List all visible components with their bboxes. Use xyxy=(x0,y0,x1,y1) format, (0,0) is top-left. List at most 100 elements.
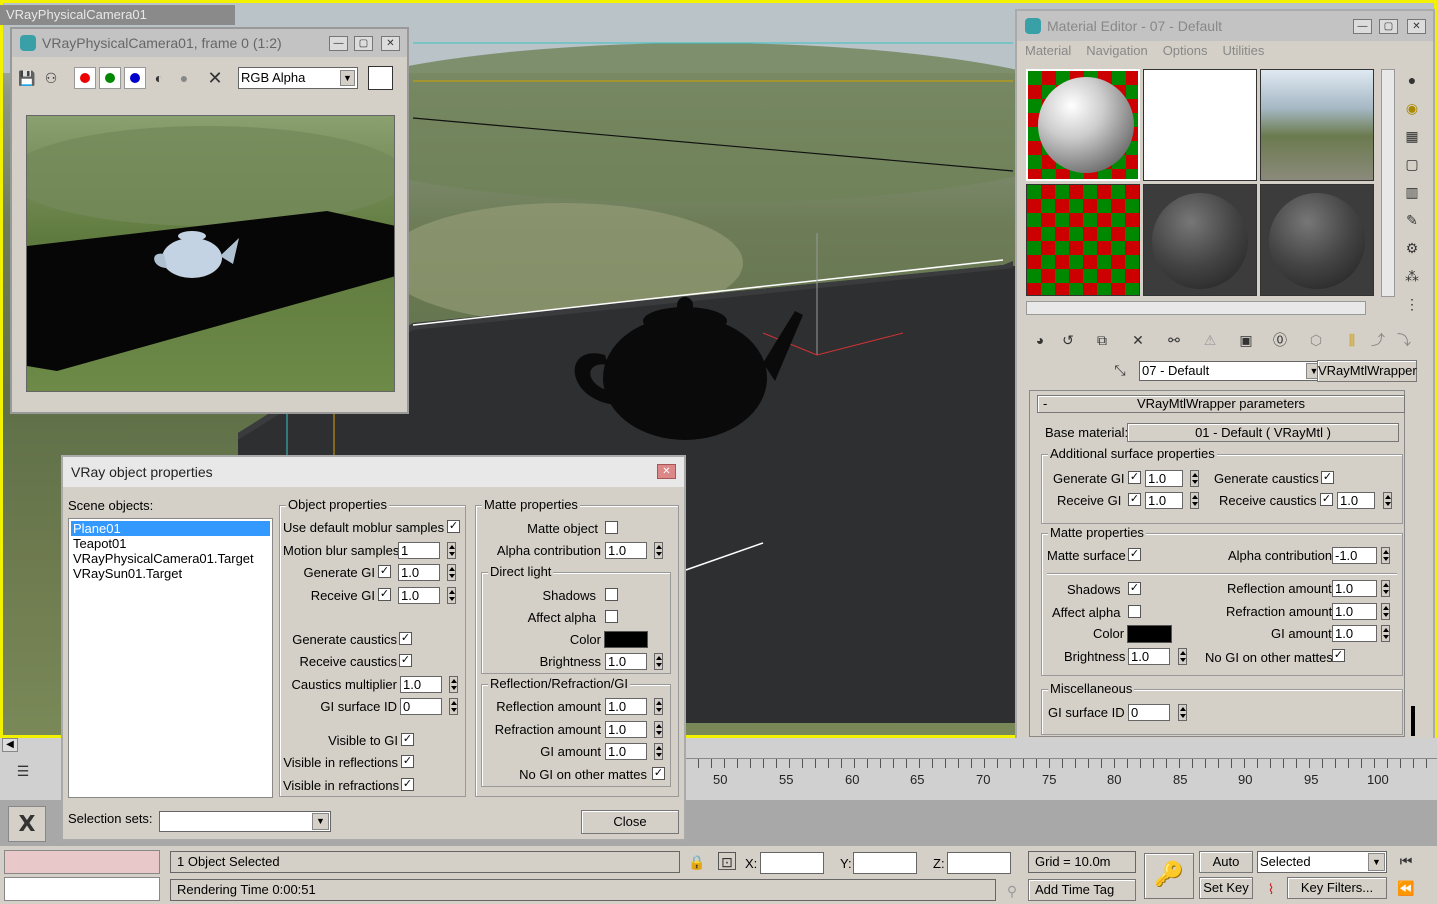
reflection-amount-field[interactable]: 1.0 xyxy=(605,698,647,715)
copy-material-icon[interactable]: ⚯ xyxy=(1165,331,1183,349)
uv-tiling-icon[interactable]: ▢ xyxy=(1403,155,1421,173)
gi-amount-field[interactable]: 1.0 xyxy=(1332,625,1377,642)
menu-utilities[interactable]: Utilities xyxy=(1223,43,1265,58)
receive-gi-spinner[interactable] xyxy=(1190,492,1199,509)
close-dialog-button[interactable]: Close xyxy=(581,810,679,834)
list-item[interactable]: VRaySun01.Target xyxy=(71,566,182,581)
previous-frame-icon[interactable]: ⏪ xyxy=(1397,879,1415,897)
selection-sets-select[interactable] xyxy=(159,811,331,832)
gi-surface-id-spinner[interactable] xyxy=(449,698,458,715)
generate-gi-field[interactable]: 1.0 xyxy=(1145,470,1183,487)
clone-icon[interactable]: ⚇ xyxy=(42,69,60,87)
sample-slot-3[interactable] xyxy=(1260,69,1374,181)
background-icon[interactable]: ▦ xyxy=(1403,127,1421,145)
receive-gi-spinner[interactable] xyxy=(447,587,456,604)
material-name-field[interactable]: 07 - Default xyxy=(1139,361,1324,381)
close-button[interactable]: ✕ xyxy=(657,464,676,479)
matte-color-swatch[interactable] xyxy=(1127,625,1172,643)
refraction-amount-spinner[interactable] xyxy=(654,721,663,738)
list-item[interactable]: VRayPhysicalCamera01.Target xyxy=(71,551,254,566)
show-map-icon[interactable]: ⬡ xyxy=(1307,331,1325,349)
set-key-icon-button[interactable]: 🔑 xyxy=(1144,853,1194,899)
moblur-samples-field[interactable]: 1 xyxy=(398,542,440,559)
maximize-button[interactable]: ▢ xyxy=(354,36,373,51)
assign-material-icon[interactable]: ⧉ xyxy=(1093,331,1111,349)
list-item[interactable]: Plane01 xyxy=(71,521,270,536)
reflection-amount-spinner[interactable] xyxy=(1381,580,1390,597)
sample-type-icon[interactable]: ● xyxy=(1403,71,1421,89)
maxscript-input-pink[interactable] xyxy=(4,850,160,874)
menu-options[interactable]: Options xyxy=(1163,43,1208,58)
caustics-multiplier-spinner[interactable] xyxy=(449,676,458,693)
gi-amount-spinner[interactable] xyxy=(1381,625,1390,642)
sample-slot-6[interactable] xyxy=(1260,184,1374,296)
put-to-library-icon[interactable]: ▣ xyxy=(1237,331,1255,349)
material-navigator-icon[interactable]: ⋮ xyxy=(1403,295,1421,313)
go-parent-icon[interactable]: ⤴ xyxy=(1369,331,1387,349)
clear-icon[interactable]: ✕ xyxy=(206,69,224,87)
generate-caustics-checkbox[interactable]: ✓ xyxy=(399,632,412,645)
matte-object-checkbox[interactable] xyxy=(605,521,618,534)
sample-slot-2[interactable] xyxy=(1143,69,1257,181)
time-slider-left-icon[interactable]: ◀ xyxy=(2,738,18,752)
maximize-button[interactable]: ▢ xyxy=(1379,19,1398,34)
brightness-field[interactable]: 1.0 xyxy=(605,653,647,670)
list-item[interactable]: Teapot01 xyxy=(71,536,127,551)
visible-in-refractions-checkbox[interactable]: ✓ xyxy=(401,778,414,791)
shadow-color-swatch[interactable] xyxy=(604,631,648,648)
show-end-result-icon[interactable]: ⫼ xyxy=(1343,331,1361,349)
sample-slot-1[interactable] xyxy=(1026,69,1140,181)
rollout-header[interactable]: - VRayMtlWrapper parameters xyxy=(1037,395,1405,413)
affect-alpha-checkbox[interactable] xyxy=(1128,605,1141,618)
backlight-icon[interactable]: ◉ xyxy=(1403,99,1421,117)
video-color-icon[interactable]: ▥ xyxy=(1403,183,1421,201)
add-time-tag-button[interactable]: Add Time Tag xyxy=(1028,879,1136,901)
material-type-button[interactable]: VRayMtlWrapper xyxy=(1317,360,1417,382)
minimize-button[interactable]: — xyxy=(329,36,348,51)
visible-to-gi-checkbox[interactable]: ✓ xyxy=(401,733,414,746)
sample-slot-4[interactable] xyxy=(1026,184,1140,296)
get-material-icon[interactable]: ◕ xyxy=(1031,331,1049,349)
channel-dropdown-arrow-icon[interactable]: ▼ xyxy=(340,70,355,86)
dialog-titlebar[interactable]: VRay object properties xyxy=(63,457,684,487)
generate-gi-spinner[interactable] xyxy=(447,564,456,581)
refraction-amount-field[interactable]: 1.0 xyxy=(1332,603,1377,620)
go-to-start-icon[interactable]: ⏮ xyxy=(1397,852,1415,870)
color-swatch[interactable] xyxy=(368,66,393,90)
receive-gi-field[interactable]: 1.0 xyxy=(398,587,440,604)
maxscript-listener-icon[interactable]: 𝗫 xyxy=(8,806,46,842)
key-tangent-icon[interactable]: ⌇ xyxy=(1262,880,1280,898)
key-filters-button[interactable]: Key Filters... xyxy=(1287,877,1387,899)
menu-material[interactable]: Material xyxy=(1025,43,1071,58)
gi-amount-field[interactable]: 1.0 xyxy=(605,743,647,760)
viewport-tab[interactable]: VRayPhysicalCamera01 xyxy=(0,5,235,25)
set-key-button[interactable]: Set Key xyxy=(1199,877,1253,899)
selection-sets-dropdown-icon[interactable]: ▼ xyxy=(312,813,329,830)
brightness-spinner[interactable] xyxy=(654,653,663,670)
material-effects-icon[interactable]: ⓪ xyxy=(1271,331,1289,349)
put-to-scene-icon[interactable]: ↺ xyxy=(1059,331,1077,349)
generate-gi-field[interactable]: 1.0 xyxy=(398,564,440,581)
generate-gi-checkbox[interactable]: ✓ xyxy=(378,565,391,578)
affect-alpha-checkbox[interactable] xyxy=(605,610,618,623)
alpha-contribution-spinner[interactable] xyxy=(654,542,663,559)
time-tag-icon[interactable]: ⚲ xyxy=(1003,882,1021,900)
receive-gi-field[interactable]: 1.0 xyxy=(1145,492,1183,509)
options-icon[interactable]: ⚙ xyxy=(1403,239,1421,257)
select-by-material-icon[interactable]: ⁂ xyxy=(1403,267,1421,285)
caustics-multiplier-field[interactable]: 1.0 xyxy=(400,676,442,693)
receive-caustics-spinner[interactable] xyxy=(1383,492,1392,509)
shadows-checkbox[interactable]: ✓ xyxy=(1128,582,1141,595)
generate-caustics-checkbox[interactable]: ✓ xyxy=(1321,471,1334,484)
blue-channel-button[interactable] xyxy=(124,67,146,89)
generate-gi-spinner[interactable] xyxy=(1190,470,1199,487)
receive-caustics-checkbox[interactable]: ✓ xyxy=(399,654,412,667)
refraction-amount-spinner[interactable] xyxy=(1381,603,1390,620)
visible-in-reflections-checkbox[interactable]: ✓ xyxy=(401,755,414,768)
close-button[interactable]: ✕ xyxy=(381,36,400,51)
no-gi-checkbox[interactable]: ✓ xyxy=(1332,649,1345,662)
key-mode-dropdown-icon[interactable]: ▼ xyxy=(1368,853,1385,871)
save-icon[interactable]: 💾 xyxy=(18,69,36,87)
gi-amount-spinner[interactable] xyxy=(654,743,663,760)
curve-editor-icon[interactable]: ☰ xyxy=(14,762,32,780)
